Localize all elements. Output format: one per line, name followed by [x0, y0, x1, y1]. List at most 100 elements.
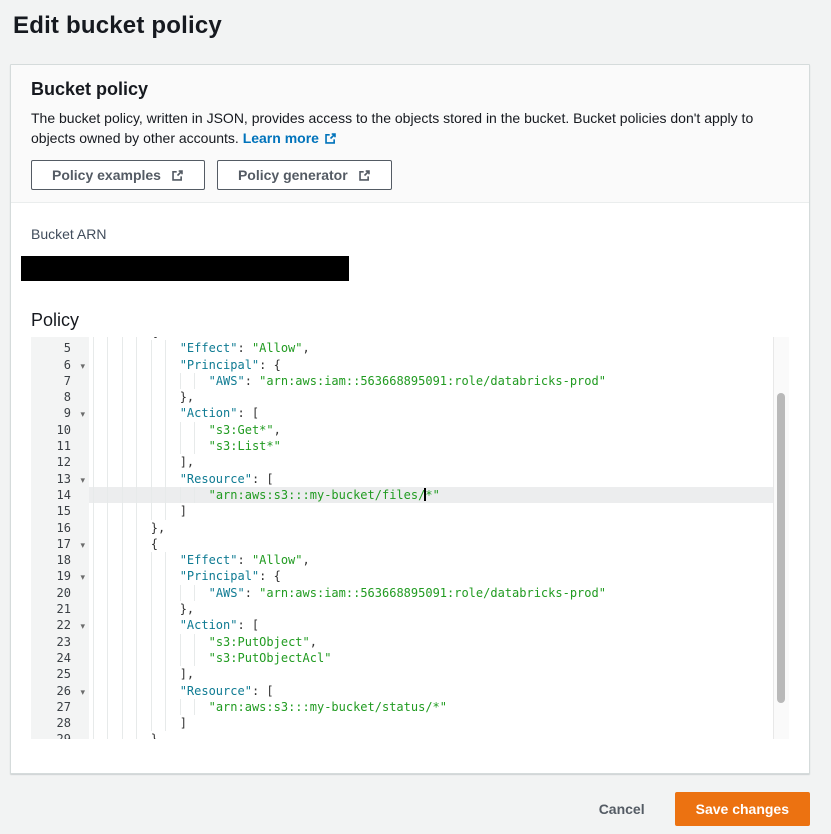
indent-guide	[136, 487, 137, 503]
line-number: 14	[31, 487, 89, 503]
fold-toggle-icon[interactable]: ▾	[80, 618, 85, 634]
json-punctuation: : [	[252, 472, 274, 486]
code-line-21[interactable]: 21},	[31, 601, 789, 617]
indent-guide	[136, 552, 137, 568]
line-number: 26▾	[31, 683, 89, 699]
panel-body: Bucket ARN Policy 4{5"Effect": "Allow",6…	[11, 203, 809, 773]
indent-guide	[194, 487, 195, 503]
line-number: 6▾	[31, 357, 89, 373]
panel-description-text: The bucket policy, written in JSON, prov…	[31, 110, 753, 146]
code-line-24[interactable]: 24"s3:PutObjectAcl"	[31, 650, 789, 666]
indent-guide	[136, 634, 137, 650]
code-line-22[interactable]: 22▾"Action": [	[31, 617, 789, 633]
code-line-6[interactable]: 6▾"Principal": {	[31, 357, 789, 373]
json-punctuation: },	[180, 390, 194, 404]
json-string: "arn:aws:iam::563668895091:role/databric…	[259, 374, 606, 388]
indent-guide	[93, 601, 94, 617]
code-line-16[interactable]: 16},	[31, 520, 789, 536]
editor-scrollbar-thumb[interactable]	[777, 393, 785, 703]
json-punctuation: {	[151, 537, 158, 551]
indent-guide	[180, 422, 181, 438]
indent-guide	[165, 601, 166, 617]
indent-guide	[107, 357, 108, 373]
fold-toggle-icon[interactable]: ▾	[80, 472, 85, 488]
json-string: "arn:aws:s3:::my-bucket/status/*"	[209, 700, 447, 714]
line-number: 8	[31, 389, 89, 405]
code-line-14[interactable]: 14"arn:aws:s3:::my-bucket/files/*"	[31, 487, 789, 503]
indent-guide	[165, 503, 166, 519]
code-line-10[interactable]: 10"s3:Get*",	[31, 422, 789, 438]
bucket-arn-label: Bucket ARN	[31, 226, 789, 242]
code-line-26[interactable]: 26▾"Resource": [	[31, 683, 789, 699]
code-line-20[interactable]: 20"AWS": "arn:aws:iam::563668895091:role…	[31, 585, 789, 601]
indent-guide	[136, 650, 137, 666]
json-punctuation: : {	[259, 569, 281, 583]
cancel-button[interactable]: Cancel	[599, 801, 645, 817]
policy-examples-label: Policy examples	[52, 167, 161, 183]
indent-guide	[107, 731, 108, 739]
indent-guide	[93, 552, 94, 568]
editor-lines: 4{5"Effect": "Allow",6▾"Principal": {7"A…	[31, 337, 789, 739]
indent-guide	[151, 454, 152, 470]
code-line-27[interactable]: 27"arn:aws:s3:::my-bucket/status/*"	[31, 699, 789, 715]
code-line-18[interactable]: 18"Effect": "Allow",	[31, 552, 789, 568]
code-line-15[interactable]: 15]	[31, 503, 789, 519]
indent-guide	[136, 699, 137, 715]
indent-guide	[107, 650, 108, 666]
line-number: 18	[31, 552, 89, 568]
indent-guide	[107, 520, 108, 536]
fold-toggle-icon[interactable]: ▾	[80, 684, 85, 700]
code-line-5[interactable]: 5"Effect": "Allow",	[31, 340, 789, 356]
policy-code-editor[interactable]: 4{5"Effect": "Allow",6▾"Principal": {7"A…	[31, 337, 789, 739]
indent-guide	[136, 731, 137, 739]
policy-section-label: Policy	[31, 310, 789, 331]
line-number: 23	[31, 634, 89, 650]
indent-guide	[165, 340, 166, 356]
indent-guide	[136, 340, 137, 356]
json-string: "arn:aws:s3:::my-bucket/files/	[209, 488, 426, 502]
json-punctuation: },	[151, 732, 165, 739]
json-punctuation: : [	[237, 406, 259, 420]
fold-toggle-icon[interactable]: ▾	[80, 406, 85, 422]
indent-guide	[93, 389, 94, 405]
policy-generator-button[interactable]: Policy generator	[217, 160, 392, 190]
policy-examples-button[interactable]: Policy examples	[31, 160, 205, 190]
code-line-8[interactable]: 8},	[31, 389, 789, 405]
code-line-11[interactable]: 11"s3:List*"	[31, 438, 789, 454]
code-line-25[interactable]: 25],	[31, 666, 789, 682]
fold-toggle-icon[interactable]: ▾	[80, 358, 85, 374]
indent-guide	[136, 666, 137, 682]
code-line-29[interactable]: 29},	[31, 731, 789, 739]
indent-guide	[194, 373, 195, 389]
indent-guide	[151, 438, 152, 454]
editor-scrollbar[interactable]	[773, 337, 789, 739]
indent-guide	[151, 373, 152, 389]
code-line-13[interactable]: 13▾"Resource": [	[31, 471, 789, 487]
save-changes-button[interactable]: Save changes	[675, 792, 810, 826]
indent-guide	[165, 552, 166, 568]
indent-guide	[93, 568, 94, 584]
indent-guide	[165, 487, 166, 503]
fold-toggle-icon[interactable]: ▾	[80, 537, 85, 553]
code-line-12[interactable]: 12],	[31, 454, 789, 470]
indent-guide	[122, 438, 123, 454]
indent-guide	[165, 568, 166, 584]
indent-guide	[165, 585, 166, 601]
indent-guide	[93, 617, 94, 633]
learn-more-link[interactable]: Learn more	[243, 130, 337, 146]
indent-guide	[136, 617, 137, 633]
code-line-7[interactable]: 7"AWS": "arn:aws:iam::563668895091:role/…	[31, 373, 789, 389]
indent-guide	[93, 666, 94, 682]
indent-guide	[165, 617, 166, 633]
indent-guide	[122, 520, 123, 536]
code-line-28[interactable]: 28]	[31, 715, 789, 731]
code-line-19[interactable]: 19▾"Principal": {	[31, 568, 789, 584]
json-punctuation: ,	[274, 423, 281, 437]
code-line-9[interactable]: 9▾"Action": [	[31, 405, 789, 421]
code-line-17[interactable]: 17▾{	[31, 536, 789, 552]
indent-guide	[194, 650, 195, 666]
indent-guide	[136, 471, 137, 487]
fold-toggle-icon[interactable]: ▾	[80, 569, 85, 585]
code-line-23[interactable]: 23"s3:PutObject",	[31, 634, 789, 650]
indent-guide	[122, 503, 123, 519]
